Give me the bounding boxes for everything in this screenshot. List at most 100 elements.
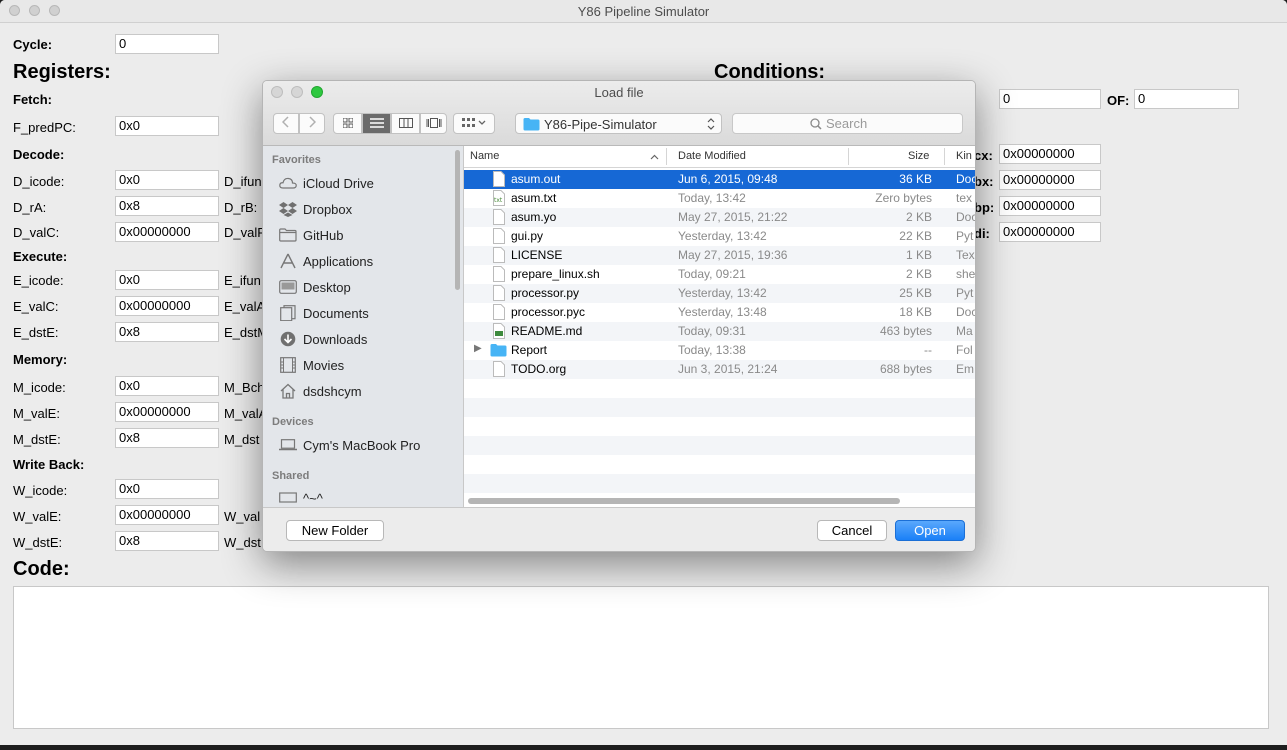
file-kind: Pyt	[956, 286, 974, 300]
sidebar-item-shared[interactable]: ^~^	[279, 488, 323, 507]
memory-title: Memory:	[13, 352, 68, 367]
m-vala-label: M_valA	[224, 406, 268, 421]
path-popup-button[interactable]: Y86-Pipe-Simulator	[515, 113, 722, 134]
file-row[interactable]: asum.out Jun 6, 2015, 09:48 36 KB Doc	[464, 170, 975, 189]
sidebar-scrollbar[interactable]	[455, 150, 460, 290]
d-ra-label: D_rA:	[13, 200, 47, 215]
w-icode-field[interactable]: 0x0	[115, 479, 219, 499]
back-button[interactable]	[273, 113, 299, 134]
ecx-label: cx:	[974, 148, 993, 163]
e-dste-field[interactable]: 0x8	[115, 322, 219, 342]
date-column-header[interactable]: Date Modified	[678, 150, 746, 162]
empty-row	[464, 417, 975, 436]
empty-row	[464, 455, 975, 474]
arrange-button[interactable]	[453, 113, 495, 134]
open-button[interactable]: Open	[895, 520, 965, 541]
file-row[interactable]: prepare_linux.sh Today, 09:21 2 KB she	[464, 265, 975, 284]
file-date: Today, 13:38	[678, 343, 746, 357]
file-date: Today, 09:21	[678, 267, 746, 281]
file-date: Jun 3, 2015, 21:24	[678, 362, 778, 376]
file-size: 18 KB	[899, 305, 932, 319]
size-column-header[interactable]: Size	[908, 150, 929, 162]
column-separator	[666, 148, 667, 165]
list-view-button[interactable]	[362, 113, 391, 134]
sidebar-item-downloads[interactable]: Downloads	[279, 329, 367, 349]
code-text-area[interactable]	[13, 586, 1269, 729]
file-row[interactable]: txt asum.txt Today, 13:42 Zero bytes tex	[464, 189, 975, 208]
file-kind: tex	[956, 191, 973, 205]
sidebar-item-movies[interactable]: Movies	[279, 355, 344, 375]
file-kind: Doc	[956, 305, 975, 319]
d-ra-field[interactable]: 0x8	[115, 196, 219, 216]
horizontal-scrollbar[interactable]	[468, 498, 900, 504]
disclosure-triangle-icon[interactable]: ▶	[474, 343, 482, 354]
edi-label: di:	[974, 226, 990, 241]
m-dste-field[interactable]: 0x8	[115, 428, 219, 448]
of-field[interactable]: 0	[1134, 89, 1239, 109]
documents-icon	[279, 305, 297, 321]
f-predpc-field[interactable]: 0x0	[115, 116, 219, 136]
ebp-field[interactable]: 0x00000000	[999, 196, 1101, 216]
m-vale-field[interactable]: 0x00000000	[115, 402, 219, 422]
condition-field[interactable]: 0	[999, 89, 1101, 109]
sidebar-item-documents[interactable]: Documents	[279, 303, 369, 323]
d-rb-label: D_rB:	[224, 200, 258, 215]
sidebar-item-dropbox[interactable]: Dropbox	[279, 199, 352, 219]
file-row[interactable]: processor.pyc Yesterday, 13:48 18 KB Doc	[464, 303, 975, 322]
file-row[interactable]: README.md Today, 09:31 463 bytes Ma	[464, 322, 975, 341]
file-size: 36 KB	[899, 172, 932, 186]
coverflow-view-button[interactable]	[420, 113, 447, 134]
d-valc-field[interactable]: 0x00000000	[115, 222, 219, 242]
sidebar-item-desktop[interactable]: Desktop	[279, 277, 351, 297]
icon-view-button[interactable]	[333, 113, 362, 134]
file-row[interactable]: LICENSE May 27, 2015, 19:36 1 KB Tex	[464, 246, 975, 265]
w-dstm-label: W_dst	[224, 535, 261, 550]
m-vale-label: M_valE:	[13, 406, 60, 421]
sidebar-item-macbook[interactable]: Cym's MacBook Pro	[279, 435, 420, 455]
file-row[interactable]: TODO.org Jun 3, 2015, 21:24 688 bytes Em	[464, 360, 975, 379]
name-column-header[interactable]: Name	[470, 150, 499, 162]
d-icode-field[interactable]: 0x0	[115, 170, 219, 190]
file-kind: Pyt	[956, 229, 974, 243]
svg-text:txt: txt	[494, 197, 503, 204]
sidebar-item-github[interactable]: GitHub	[279, 225, 343, 245]
sidebar-item-applications[interactable]: Applications	[279, 251, 373, 271]
chevron-right-icon	[308, 116, 317, 131]
forward-button[interactable]	[299, 113, 325, 134]
file-date: May 27, 2015, 19:36	[678, 248, 788, 262]
new-folder-button[interactable]: New Folder	[286, 520, 384, 541]
dialog-title: Load file	[594, 85, 644, 100]
file-size: 1 KB	[905, 248, 932, 262]
file-kind: she	[956, 267, 975, 281]
ecx-field[interactable]: 0x00000000	[999, 144, 1101, 164]
sidebar-item-icloud-drive[interactable]: iCloud Drive	[279, 173, 374, 193]
edi-field[interactable]: 0x00000000	[999, 222, 1101, 242]
document-icon	[493, 361, 505, 377]
e-icode-field[interactable]: 0x0	[115, 270, 219, 290]
m-bch-label: M_Bch	[224, 380, 265, 395]
sidebar-item-home[interactable]: dsdshcym	[279, 381, 362, 401]
list-icon	[369, 116, 384, 131]
cycle-field[interactable]: 0	[115, 34, 219, 54]
w-vale-field[interactable]: 0x00000000	[115, 505, 219, 525]
folder-icon	[279, 227, 297, 243]
m-icode-field[interactable]: 0x0	[115, 376, 219, 396]
column-view-button[interactable]	[391, 113, 420, 134]
file-row[interactable]: processor.py Yesterday, 13:42 25 KB Pyt	[464, 284, 975, 303]
file-date: Yesterday, 13:42	[678, 229, 767, 243]
file-row[interactable]: ▶ Report Today, 13:38 -- Fol	[464, 341, 975, 360]
file-row[interactable]: gui.py Yesterday, 13:42 22 KB Pyt	[464, 227, 975, 246]
ebx-field[interactable]: 0x00000000	[999, 170, 1101, 190]
w-vale-label: W_valE:	[13, 509, 62, 524]
search-field[interactable]: Search	[732, 113, 963, 134]
e-valc-field[interactable]: 0x00000000	[115, 296, 219, 316]
file-kind: Tex	[956, 248, 975, 262]
document-icon	[493, 304, 505, 320]
of-label: OF:	[1107, 93, 1130, 108]
w-dste-field[interactable]: 0x8	[115, 531, 219, 551]
kind-column-header[interactable]: Kin	[956, 150, 972, 162]
updown-chevron-icon	[707, 117, 715, 134]
monitor-icon	[279, 490, 297, 506]
file-row[interactable]: asum.yo May 27, 2015, 21:22 2 KB Doc	[464, 208, 975, 227]
cancel-button[interactable]: Cancel	[817, 520, 887, 541]
